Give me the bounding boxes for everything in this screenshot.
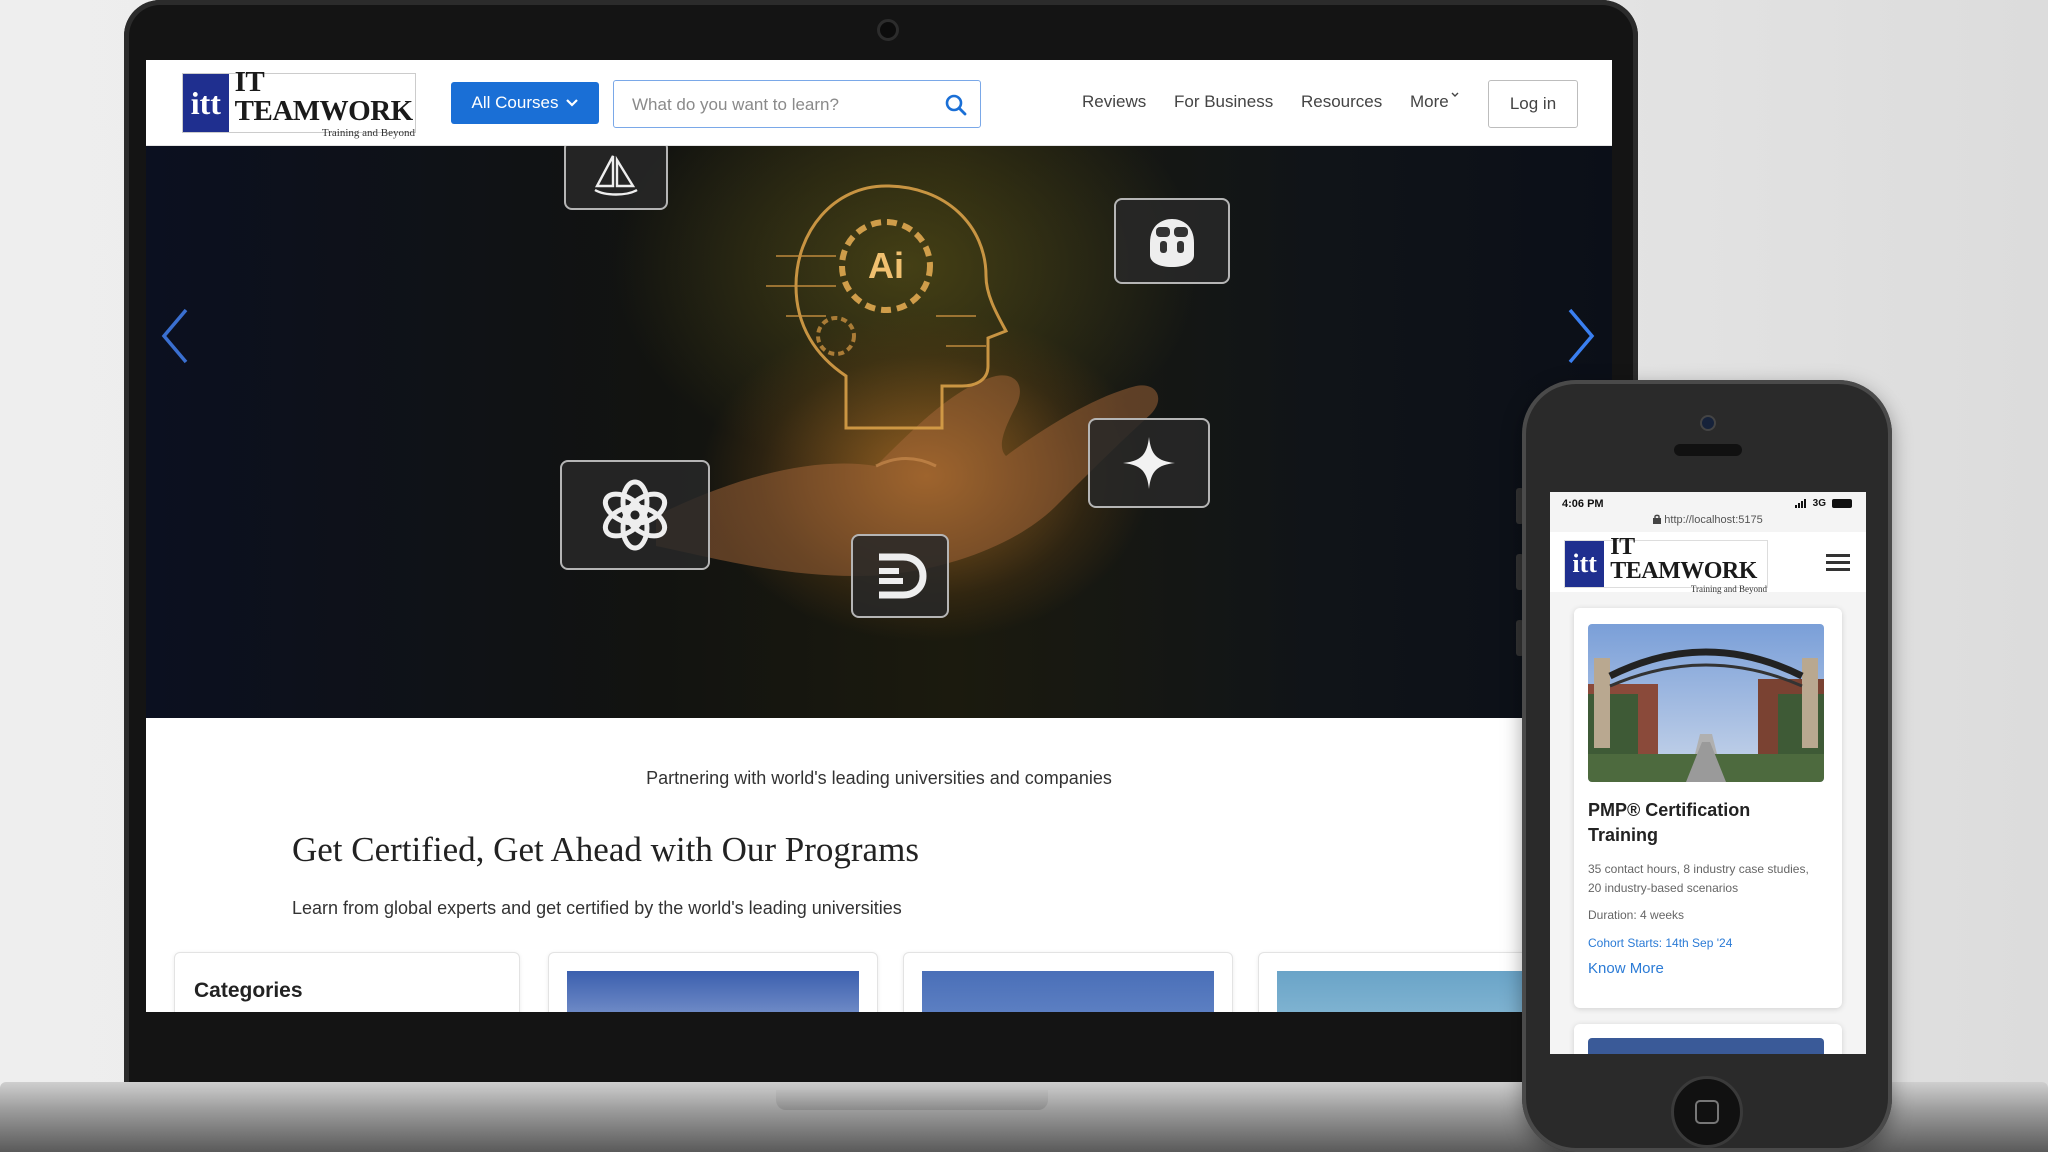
logo-mark: itt — [183, 74, 229, 132]
section-subtitle: Learn from global experts and get certif… — [292, 898, 902, 918]
course-card[interactable] — [903, 952, 1233, 1012]
top-navbar: itt IT TEAMWORK Training and Beyond All … — [146, 60, 1612, 146]
hero-tile-sailboat — [564, 146, 668, 210]
phone-speaker — [1674, 444, 1742, 456]
phone-home-button[interactable] — [1671, 1076, 1743, 1148]
sparkle-icon — [1123, 437, 1175, 489]
laptop-camera — [877, 19, 899, 41]
lock-icon — [1653, 514, 1662, 524]
phone-camera — [1700, 415, 1716, 431]
network-label: 3G — [1812, 498, 1826, 509]
hero-tile-sparkle — [1088, 418, 1210, 508]
nav-link-for-business[interactable]: For Business — [1174, 92, 1273, 112]
status-time: 4:06 PM — [1562, 498, 1604, 510]
all-courses-label: All Courses — [471, 93, 559, 112]
carousel-next-arrow-icon[interactable] — [1564, 306, 1598, 366]
know-more-link[interactable]: Know More — [1588, 960, 1664, 977]
battery-icon — [1832, 499, 1852, 508]
hamburger-menu-icon[interactable] — [1826, 552, 1850, 572]
sailboat-icon — [594, 155, 638, 196]
openai-icon — [602, 479, 668, 551]
course-title: PMP® Certification Training — [1588, 800, 1751, 846]
hero-tile-copilot — [1114, 198, 1230, 284]
laptop-notch — [776, 1090, 1048, 1110]
url-text: http://localhost:5175 — [1664, 514, 1763, 526]
ai-brain-head-illustration: Ai — [766, 184, 1009, 430]
section-title: Get Certified, Get Ahead with Our Progra… — [292, 830, 919, 869]
search-input[interactable] — [632, 93, 932, 117]
login-button[interactable]: Log in — [1488, 80, 1578, 128]
mobile-course-card[interactable]: PMP® Certification Training 35 contact h… — [1574, 608, 1842, 1008]
hero-carousel: Ai — [146, 146, 1612, 718]
ai-label: Ai — [868, 245, 904, 286]
course-duration: Duration: 4 weeks — [1588, 908, 1685, 922]
course-card[interactable] — [548, 952, 878, 1012]
all-courses-dropdown[interactable]: All Courses — [451, 82, 599, 124]
search-icon[interactable] — [944, 93, 968, 117]
status-indicators: 3G — [1794, 498, 1852, 509]
phone-screen: 4:06 PM 3G http://localhost:5175 itt IT … — [1550, 492, 1866, 1054]
chevron-down-icon — [566, 99, 579, 107]
logo-tagline: Training and Beyond — [321, 126, 415, 139]
logo-title: IT TEAMWORK — [234, 65, 414, 127]
nav-link-reviews[interactable]: Reviews — [1082, 92, 1146, 112]
signal-icon — [1794, 499, 1806, 508]
logo-tagline: Training and Beyond — [1690, 583, 1767, 594]
partnering-text: Partnering with world's leading universi… — [646, 768, 1112, 788]
mobile-header: itt IT TEAMWORK Training and Beyond — [1550, 532, 1866, 593]
course-card-image — [1588, 624, 1824, 782]
copilot-bot-icon — [1150, 219, 1194, 267]
search-box — [613, 80, 981, 128]
categories-title: Categories — [194, 979, 303, 1002]
laptop-screen: itt IT TEAMWORK Training and Beyond All … — [146, 60, 1612, 1012]
carousel-prev-arrow-icon[interactable] — [158, 306, 192, 366]
categories-panel: Categories — [174, 952, 520, 1012]
course-description: 35 contact hours, 8 industry case studie… — [1588, 862, 1809, 896]
url-bar[interactable]: http://localhost:5175 — [1550, 514, 1866, 526]
logo-title: IT TEAMWORK — [1610, 533, 1757, 584]
logo-mark: itt — [1565, 541, 1605, 587]
mobile-course-card[interactable] — [1574, 1024, 1842, 1054]
course-card-image — [1588, 1038, 1824, 1054]
course-card-image — [567, 971, 859, 1012]
nav-link-more[interactable]: More — [1410, 92, 1459, 112]
course-card-image — [922, 971, 1214, 1012]
hero-tile-d-logo — [851, 534, 949, 618]
nav-more-label: More — [1410, 92, 1449, 111]
brand-logo[interactable]: itt IT TEAMWORK Training and Beyond — [1564, 535, 1768, 593]
d-logo-icon — [879, 553, 927, 599]
nav-link-resources[interactable]: Resources — [1301, 92, 1382, 112]
brand-logo[interactable]: itt IT TEAMWORK Training and Beyond — [182, 67, 416, 138]
caret-down-icon — [1451, 92, 1459, 97]
hero-tile-openai — [560, 460, 710, 570]
course-cohort-date: Cohort Starts: 14th Sep '24 — [1588, 936, 1733, 950]
